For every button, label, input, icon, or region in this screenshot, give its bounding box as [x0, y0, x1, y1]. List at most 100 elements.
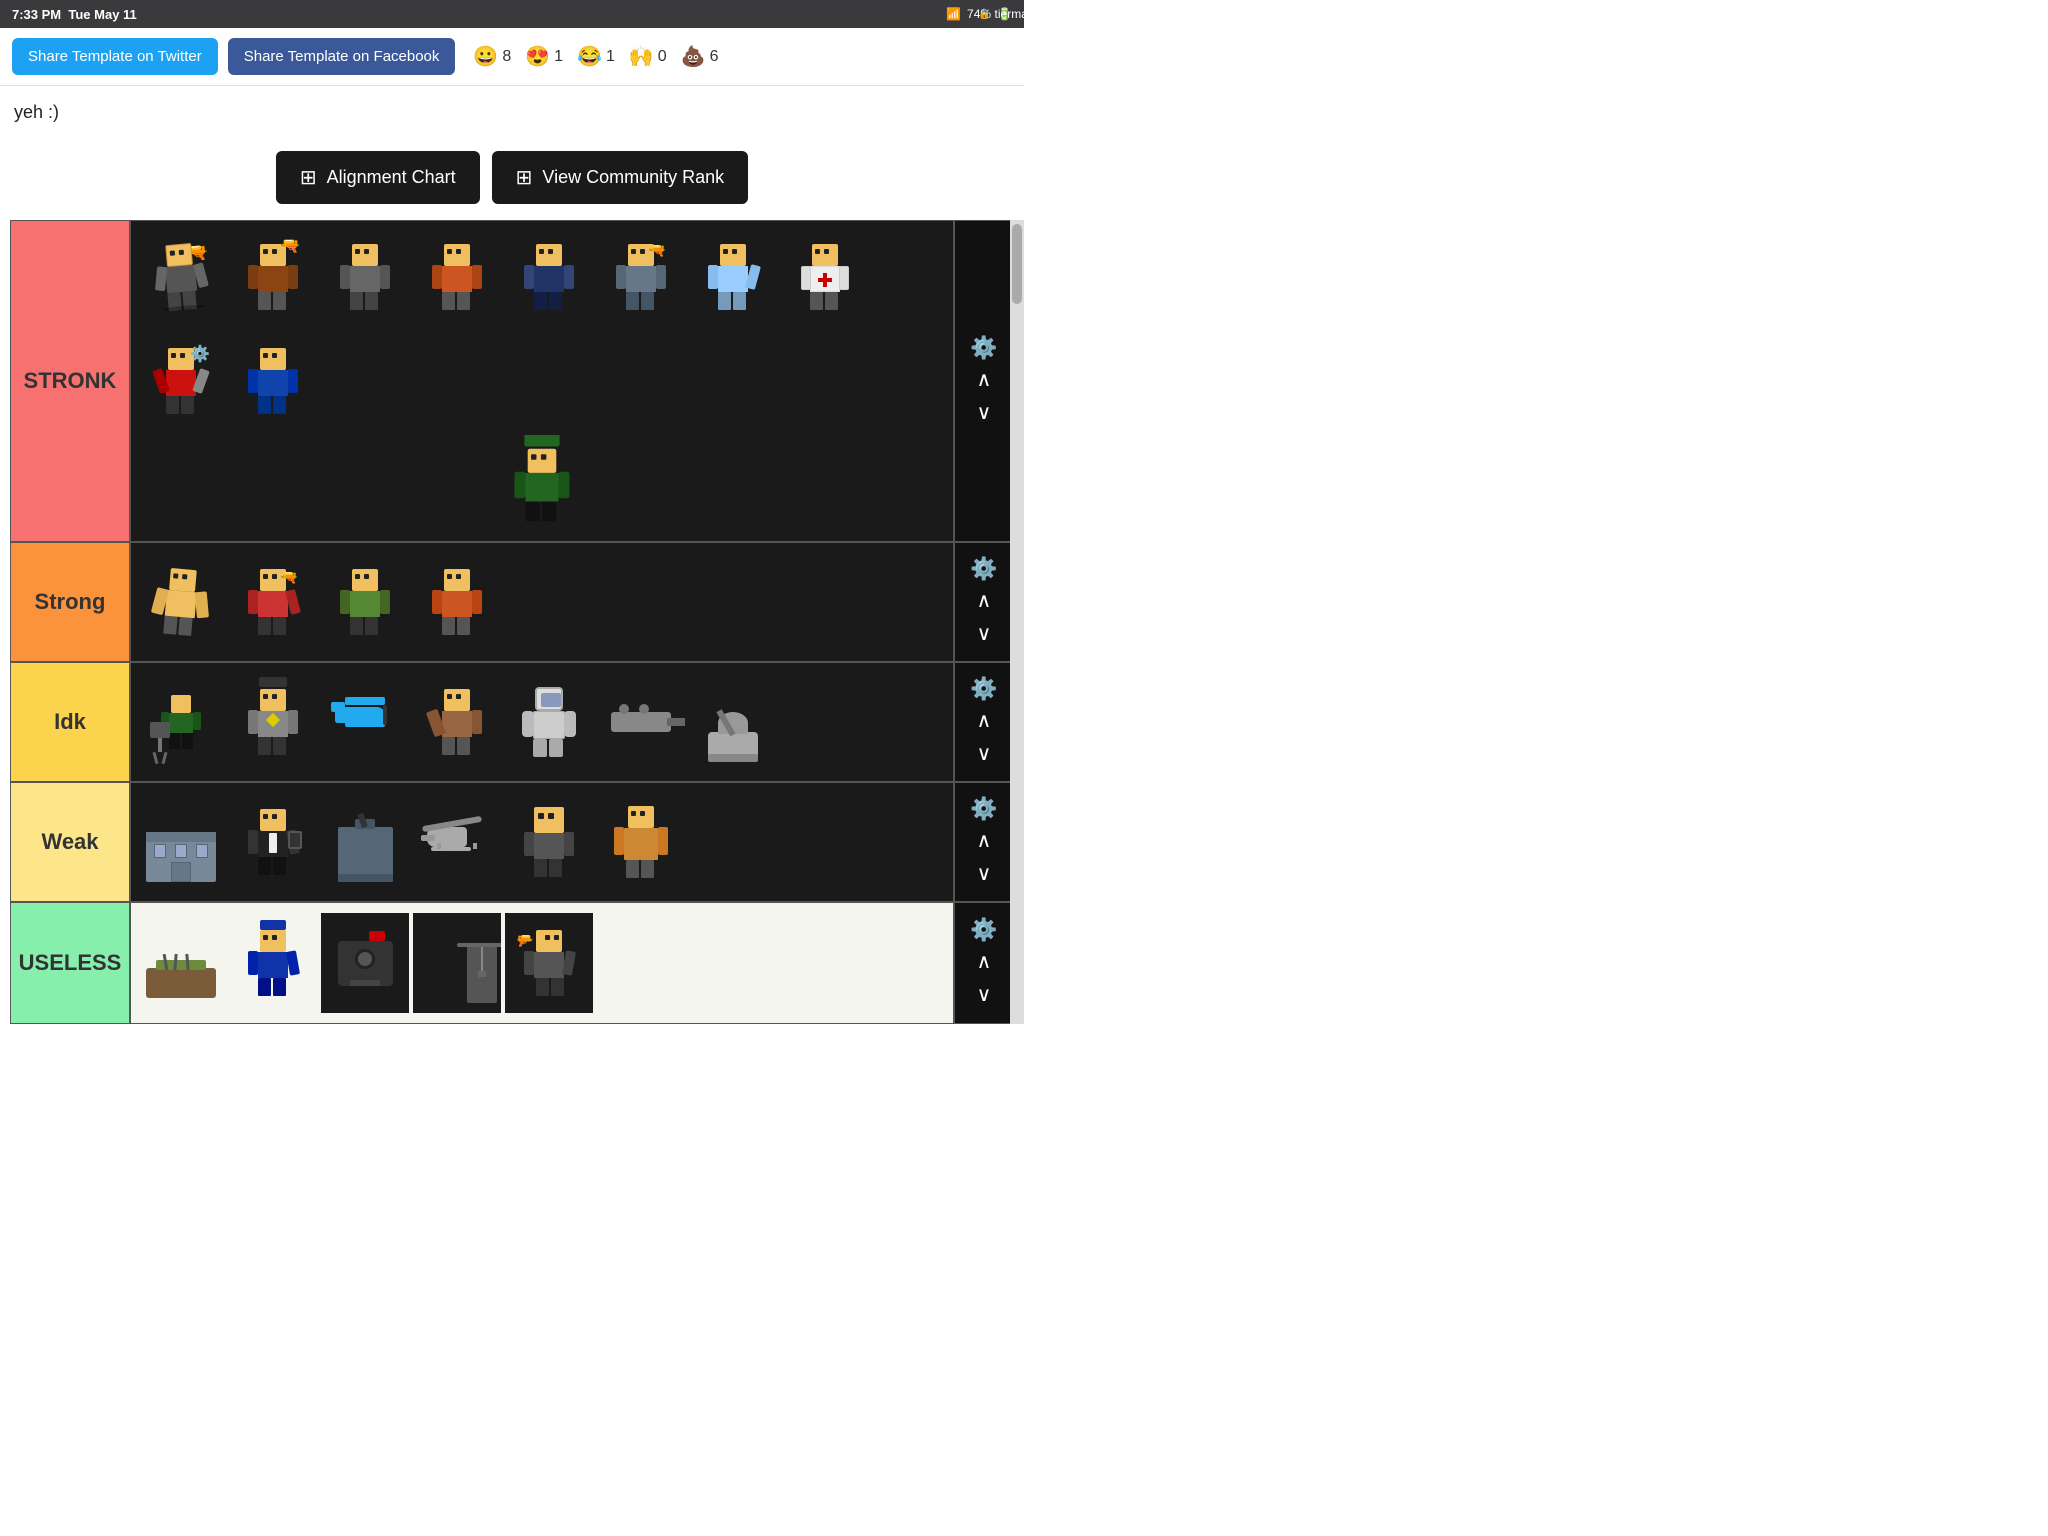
gear-icon-strong[interactable]: ⚙️ [970, 556, 997, 582]
tier-list: STRONK [10, 220, 1014, 1024]
list-item [597, 672, 685, 772]
status-bar: 7:33 PM Tue May 11 🔒 tiermaker.com 📶 74%… [0, 0, 1024, 28]
list-item [137, 552, 225, 652]
tier-controls-weak: ⚙️ ∧ ∨ [953, 783, 1013, 901]
tier-label-idk: Idk [11, 663, 131, 781]
list-item [413, 792, 501, 892]
community-icon: ⊞ [516, 165, 533, 190]
gear-icon-stronk[interactable]: ⚙️ [970, 335, 997, 361]
tier-controls-stronk: ⚙️ ∧ ∨ [953, 221, 1013, 541]
list-item [413, 552, 501, 652]
tier-row-strong: Strong [11, 543, 1013, 663]
gear-icon-weak[interactable]: ⚙️ [970, 796, 997, 822]
tier-controls-idk: ⚙️ ∧ ∨ [953, 663, 1013, 781]
toolbar: Share Template on Twitter Share Template… [0, 28, 1024, 86]
list-item [321, 552, 409, 652]
list-item [229, 792, 317, 892]
list-item: 🔫 [229, 227, 317, 327]
lock-icon: 🔒 [978, 9, 990, 20]
happy-count: 8 [502, 48, 511, 66]
tier-down-strong[interactable]: ∨ [971, 619, 998, 648]
tier-down-idk[interactable]: ∨ [971, 739, 998, 768]
love-count: 1 [554, 48, 563, 66]
reaction-poop[interactable]: 💩 6 [681, 44, 719, 69]
reaction-praise[interactable]: 🙌 0 [629, 44, 667, 69]
tier-controls-strong: ⚙️ ∧ ∨ [953, 543, 1013, 661]
scrollbar-thumb [1012, 224, 1022, 304]
list-item [597, 792, 685, 892]
page-content: STRONK [0, 220, 1024, 1024]
tier-label-weak: Weak [11, 783, 131, 901]
tier-up-useless[interactable]: ∧ [971, 947, 998, 976]
list-item [137, 913, 225, 1013]
list-item [505, 227, 593, 327]
wifi-icon: 📶 [946, 7, 961, 21]
love-emoji: 😍 [525, 44, 550, 69]
reaction-group: 😀 8 😍 1 😂 1 🙌 0 💩 6 [473, 44, 718, 69]
community-rank-label: View Community Rank [542, 167, 724, 188]
list-item [505, 792, 593, 892]
tier-down-stronk[interactable]: ∨ [971, 398, 998, 427]
tier-controls-useless: ⚙️ ∧ ∨ [953, 903, 1013, 1023]
reaction-love[interactable]: 😍 1 [525, 44, 563, 69]
tier-down-weak[interactable]: ∨ [971, 859, 998, 888]
tier-down-useless[interactable]: ∨ [971, 980, 998, 1009]
list-item [321, 792, 409, 892]
list-item [229, 331, 317, 431]
tier-label-strong: Strong [11, 543, 131, 661]
tier-list-container: STRONK [10, 220, 1014, 1024]
tier-up-strong[interactable]: ∧ [971, 586, 998, 615]
share-twitter-button[interactable]: Share Template on Twitter [12, 38, 218, 75]
laugh-emoji: 😂 [577, 44, 602, 69]
list-item [505, 672, 593, 772]
list-item [413, 672, 501, 772]
poop-count: 6 [710, 48, 719, 66]
tier-up-idk[interactable]: ∧ [971, 706, 998, 735]
tier-items-idk [131, 663, 953, 781]
tier-items-useless: 🔫 [131, 903, 953, 1023]
happy-emoji: 😀 [473, 44, 498, 69]
user-comment: yeh :) [0, 86, 1024, 139]
reaction-happy[interactable]: 😀 8 [473, 44, 511, 69]
praise-emoji: 🙌 [629, 44, 654, 69]
list-item [229, 913, 317, 1013]
praise-count: 0 [658, 48, 667, 66]
page-scrollbar[interactable] [1010, 220, 1024, 1024]
reaction-laugh[interactable]: 😂 1 [577, 44, 615, 69]
alignment-chart-label: Alignment Chart [327, 167, 456, 188]
list-item [137, 792, 225, 892]
list-item [137, 435, 947, 535]
tier-row-stronk: STRONK [11, 221, 1013, 543]
list-item [321, 913, 409, 1013]
list-item [137, 672, 225, 772]
list-item: 🔫 [137, 227, 225, 327]
tier-up-weak[interactable]: ∧ [971, 826, 998, 855]
status-time-date: 7:33 PM Tue May 11 [12, 7, 137, 22]
share-facebook-button[interactable]: Share Template on Facebook [228, 38, 456, 75]
tier-row-useless: USELESS [11, 903, 1013, 1023]
list-item: 🔫 [505, 913, 593, 1013]
list-item [229, 672, 317, 772]
list-item [321, 672, 409, 772]
status-url: 🔒 tiermaker.com [978, 7, 1070, 21]
list-item [321, 227, 409, 327]
gear-icon-idk[interactable]: ⚙️ [970, 676, 997, 702]
list-item [413, 913, 501, 1013]
tier-label-stronk: STRONK [11, 221, 131, 541]
alignment-chart-button[interactable]: ⊞ Alignment Chart [276, 151, 480, 204]
tier-items-strong: 🔫 [131, 543, 953, 661]
tier-up-stronk[interactable]: ∧ [971, 365, 998, 394]
tier-row-weak: Weak [11, 783, 1013, 903]
tier-row-idk: Idk [11, 663, 1013, 783]
list-item: 🔫 [597, 227, 685, 327]
gear-icon-useless[interactable]: ⚙️ [970, 917, 997, 943]
list-item [689, 227, 777, 327]
list-item: ⚙️ [137, 331, 225, 431]
tier-items-stronk: 🔫 [131, 221, 953, 541]
tier-label-useless: USELESS [11, 903, 131, 1023]
list-item: 🔫 [229, 552, 317, 652]
list-item [413, 227, 501, 327]
community-rank-button[interactable]: ⊞ View Community Rank [492, 151, 749, 204]
list-item [781, 227, 869, 327]
grid-icon: ⊞ [300, 165, 317, 190]
